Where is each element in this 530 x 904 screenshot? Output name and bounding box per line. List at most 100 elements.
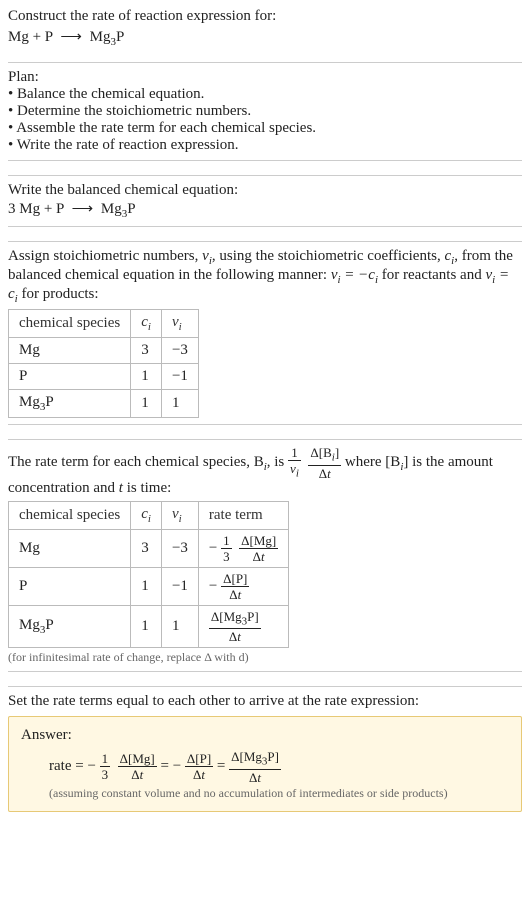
rhs-base: Mg: [90, 29, 111, 45]
cell-nu: 1: [161, 390, 198, 418]
plan-item: Write the rate of reaction expression.: [8, 137, 522, 154]
txt: is time:: [123, 480, 171, 496]
den: Δt: [118, 767, 157, 781]
frac: Δ[P]Δt: [221, 572, 249, 601]
plan-section: Plan: Balance the chemical equation. Det…: [8, 62, 522, 161]
den: Δt: [308, 466, 341, 480]
frac: 13: [100, 752, 111, 781]
col-nu: νi: [161, 501, 198, 529]
prompt-block: Construct the rate of reaction expressio…: [8, 8, 522, 48]
num: 1: [100, 752, 111, 767]
answer-label: Answer:: [21, 727, 509, 744]
cell-nu: −1: [161, 567, 198, 605]
s: Δ[B: [310, 445, 331, 460]
eq-rhs: Mg3P: [90, 29, 125, 45]
num: Δ[Mg]: [118, 752, 157, 767]
rel: νi = −ci: [331, 267, 378, 283]
den: 3: [221, 549, 232, 563]
bal-rhs-base: Mg: [101, 201, 122, 217]
arrow-icon: ⟶: [68, 201, 98, 217]
table-header-row: chemical species ci νi: [9, 310, 199, 338]
txt: , using the stoichiometric coefficients,: [212, 248, 445, 264]
plan-item: Assemble the rate term for each chemical…: [8, 120, 522, 137]
table-row: Mg 3 −3: [9, 338, 199, 364]
eq: =: [160, 758, 172, 774]
cell-nu: 1: [161, 605, 198, 648]
col-nu: νi: [161, 310, 198, 338]
rate-expression: rate = − 13 Δ[Mg]Δt = − Δ[P]Δt = Δ[Mg3P]…: [21, 750, 509, 784]
den: 3: [100, 767, 111, 781]
final-intro: Set the rate terms equal to each other t…: [8, 693, 522, 710]
plan-title: Plan:: [8, 69, 522, 86]
plan-item: Determine the stoichiometric numbers.: [8, 103, 522, 120]
stoich-table: chemical species ci νi Mg 3 −3 P 1 −1 Mg…: [8, 309, 199, 418]
cell-species: Mg3P: [9, 390, 131, 418]
cell-c: 1: [131, 567, 162, 605]
txt: , is: [267, 454, 288, 470]
num: Δ[Mg]: [239, 534, 278, 549]
cell-rate: Δ[Mg3P]Δt: [198, 605, 288, 648]
cell-nu: −3: [161, 529, 198, 567]
cell-species: Mg: [9, 529, 131, 567]
lead: rate = −: [49, 758, 96, 774]
col-c: ci: [131, 501, 162, 529]
frac: Δ[Mg3P]Δt: [229, 750, 281, 784]
table-row: Mg3P 1 1: [9, 390, 199, 418]
plan-list: Balance the chemical equation. Determine…: [8, 86, 522, 154]
table-row: Mg3P 1 1 Δ[Mg3P]Δt: [9, 605, 289, 648]
table-header-row: chemical species ci νi rate term: [9, 501, 289, 529]
cell-c: 1: [131, 364, 162, 390]
rate-table: chemical species ci νi rate term Mg 3 −3…: [8, 501, 289, 649]
s: i: [296, 468, 299, 480]
frac: 1νi: [288, 446, 301, 480]
txt: for products:: [18, 286, 99, 302]
cell-c: 3: [131, 529, 162, 567]
neg: −: [173, 758, 181, 774]
frac: Δ[Mg]Δt: [239, 534, 278, 563]
s: = −c: [341, 267, 375, 283]
rate-term-section: The rate term for each chemical species,…: [8, 439, 522, 672]
col-species: chemical species: [9, 310, 131, 338]
bal-rhs-tail: P: [127, 201, 135, 217]
neg: −: [209, 578, 217, 594]
cell-species: Mg3P: [9, 605, 131, 648]
num: 1: [221, 534, 232, 549]
den: Δt: [221, 587, 249, 601]
cell-nu: −1: [161, 364, 198, 390]
num: Δ[Mg3P]: [229, 750, 281, 770]
frac: Δ[P]Δt: [185, 752, 213, 781]
table-row: P 1 −1 − Δ[P]Δt: [9, 567, 289, 605]
assign-intro: Assign stoichiometric numbers, νi, using…: [8, 248, 522, 305]
unbalanced-equation: Mg + P ⟶ Mg3P: [8, 27, 522, 48]
cell-rate: − 13 Δ[Mg]Δt: [198, 529, 288, 567]
cell-species: Mg: [9, 338, 131, 364]
cell-nu: −3: [161, 338, 198, 364]
num: Δ[Bi]: [308, 446, 341, 466]
nu-sym: νi: [202, 248, 212, 264]
cell-rate: − Δ[P]Δt: [198, 567, 288, 605]
frac: 13: [221, 534, 232, 563]
txt: The rate term for each chemical species,…: [8, 454, 264, 470]
balanced-section: Write the balanced chemical equation: 3 …: [8, 175, 522, 227]
den: Δt: [239, 549, 278, 563]
cell-c: 3: [131, 338, 162, 364]
den: Δt: [185, 767, 213, 781]
rhs-tail: P: [116, 29, 124, 45]
txt: where [B: [345, 454, 400, 470]
neg: −: [209, 540, 217, 556]
eq: =: [217, 758, 229, 774]
prompt-text: Construct the rate of reaction expressio…: [8, 8, 522, 25]
balanced-title: Write the balanced chemical equation:: [8, 182, 522, 199]
cell-c: 1: [131, 605, 162, 648]
num: Δ[P]: [221, 572, 249, 587]
final-section: Set the rate terms equal to each other t…: [8, 686, 522, 812]
table-row: Mg 3 −3 − 13 Δ[Mg]Δt: [9, 529, 289, 567]
frac: Δ[Bi]Δt: [308, 446, 341, 480]
num: Δ[P]: [185, 752, 213, 767]
cell-species: P: [9, 567, 131, 605]
c-sym: ci: [444, 248, 454, 264]
answer-box: Answer: rate = − 13 Δ[Mg]Δt = − Δ[P]Δt =…: [8, 716, 522, 812]
rate-term-intro: The rate term for each chemical species,…: [8, 446, 522, 497]
den: νi: [288, 461, 301, 480]
s: ν: [202, 248, 209, 264]
